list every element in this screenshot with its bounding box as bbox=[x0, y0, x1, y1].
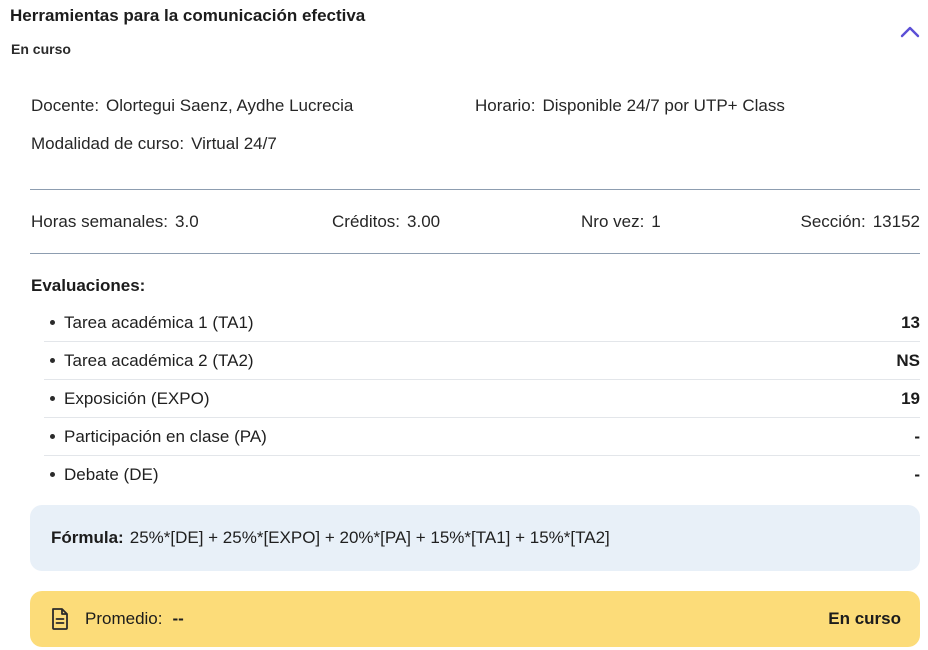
attempt-row: Nro vez: 1 bbox=[581, 212, 661, 232]
collapse-button[interactable] bbox=[898, 20, 922, 42]
hours-label: Horas semanales: bbox=[31, 212, 169, 231]
schedule-row: Horario: Disponible 24/7 por UTP+ Class bbox=[475, 96, 785, 116]
evaluation-item: Participación en clase (PA) - bbox=[44, 418, 920, 456]
evaluation-item: Tarea académica 1 (TA1) 13 bbox=[44, 304, 920, 342]
schedule-value: Disponible 24/7 por UTP+ Class bbox=[542, 96, 785, 115]
average-label: Promedio: bbox=[85, 609, 163, 628]
modality-label: Modalidad de curso: bbox=[31, 134, 185, 153]
evaluation-score: 13 bbox=[901, 312, 920, 332]
document-icon bbox=[52, 608, 68, 630]
evaluation-item: Exposición (EXPO) 19 bbox=[44, 380, 920, 418]
evaluation-item: Debate (DE) - bbox=[44, 456, 920, 493]
evaluation-score: 19 bbox=[901, 388, 920, 408]
evaluation-score: NS bbox=[896, 350, 920, 370]
divider bbox=[30, 253, 920, 254]
teacher-row: Docente: Olortegui Saenz, Aydhe Lucrecia bbox=[31, 96, 353, 116]
chevron-up-icon bbox=[900, 26, 920, 38]
section-value: 13152 bbox=[872, 212, 920, 231]
attempt-label: Nro vez: bbox=[581, 212, 645, 231]
evaluations-list: Tarea académica 1 (TA1) 13 Tarea académi… bbox=[44, 304, 920, 493]
hours-value: 3.0 bbox=[175, 212, 199, 231]
teacher-value: Olortegui Saenz, Aydhe Lucrecia bbox=[106, 96, 354, 115]
credits-label: Créditos: bbox=[332, 212, 401, 231]
bullet-icon bbox=[50, 396, 55, 401]
bullet-icon bbox=[50, 434, 55, 439]
attempt-value: 1 bbox=[651, 212, 661, 231]
formula-label: Fórmula: bbox=[51, 528, 124, 547]
evaluation-item: Tarea académica 2 (TA2) NS bbox=[44, 342, 920, 380]
bullet-icon bbox=[50, 472, 55, 477]
average-status: En curso bbox=[828, 609, 901, 628]
average-box: Promedio: -- En curso bbox=[30, 591, 920, 647]
teacher-label: Docente: bbox=[31, 96, 100, 115]
average-value: -- bbox=[172, 609, 184, 628]
formula-value: 25%*[DE] + 25%*[EXPO] + 20%*[PA] + 15%*[… bbox=[129, 528, 610, 547]
credits-row: Créditos: 3.00 bbox=[332, 212, 440, 232]
credits-value: 3.00 bbox=[407, 212, 441, 231]
evaluation-name: Debate (DE) bbox=[64, 464, 159, 484]
evaluation-name: Participación en clase (PA) bbox=[64, 426, 267, 446]
evaluation-score: - bbox=[914, 464, 920, 484]
formula-box: Fórmula: 25%*[DE] + 25%*[EXPO] + 20%*[PA… bbox=[30, 505, 920, 571]
course-status: En curso bbox=[11, 41, 71, 57]
evaluation-name: Tarea académica 2 (TA2) bbox=[64, 350, 254, 370]
bullet-icon bbox=[50, 320, 55, 325]
divider bbox=[30, 189, 920, 190]
modality-value: Virtual 24/7 bbox=[191, 134, 277, 153]
schedule-label: Horario: bbox=[475, 96, 536, 115]
section-label: Sección: bbox=[800, 212, 866, 231]
modality-row: Modalidad de curso: Virtual 24/7 bbox=[31, 134, 277, 154]
evaluation-name: Exposición (EXPO) bbox=[64, 388, 210, 408]
course-title: Herramientas para la comunicación efecti… bbox=[10, 6, 366, 25]
evaluation-name: Tarea académica 1 (TA1) bbox=[64, 312, 254, 332]
section-row: Sección: 13152 bbox=[801, 212, 920, 232]
bullet-icon bbox=[50, 358, 55, 363]
hours-row: Horas semanales: 3.0 bbox=[31, 212, 199, 232]
evaluations-title: Evaluaciones: bbox=[31, 276, 146, 295]
evaluation-score: - bbox=[914, 426, 920, 446]
